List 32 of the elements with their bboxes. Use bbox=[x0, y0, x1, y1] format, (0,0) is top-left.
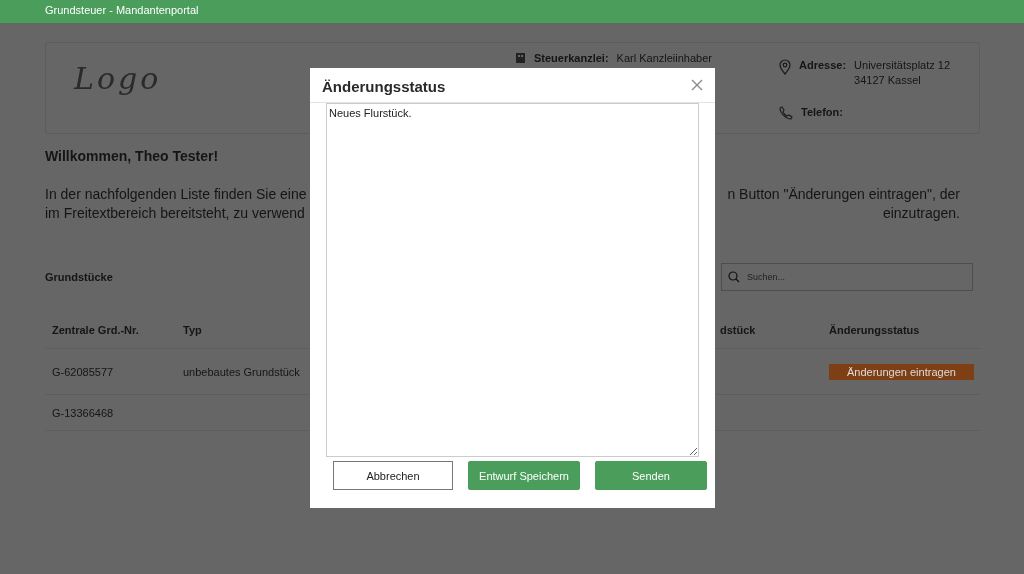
column-header: Änderungsstatus bbox=[822, 311, 981, 349]
dialog-title: Änderungsstatus bbox=[322, 77, 446, 95]
info-value: Universitätsplatz 12 bbox=[854, 59, 952, 71]
close-button[interactable] bbox=[689, 77, 705, 93]
info-value: Karl Kanzleiinhaber bbox=[616, 52, 713, 64]
building-icon bbox=[515, 52, 526, 64]
close-icon bbox=[691, 79, 703, 91]
info-label: Telefon: bbox=[801, 106, 843, 120]
intro-text: einzutragen. bbox=[882, 204, 960, 223]
primary-button[interactable]: Entwurf Speichern bbox=[468, 461, 580, 490]
section-title: Grundstücke bbox=[45, 271, 113, 283]
table-cell: G-62085577 bbox=[52, 365, 114, 378]
map-pin-icon bbox=[779, 59, 791, 75]
cancel-button[interactable]: Abbrechen bbox=[333, 461, 453, 490]
phone-icon bbox=[779, 106, 793, 120]
logo: Logo bbox=[74, 61, 162, 96]
message-field[interactable]: Neues Flurstück. bbox=[326, 103, 699, 457]
table-cell: unbebautes Grundstück bbox=[183, 365, 300, 378]
table-cell: G-13366468 bbox=[52, 406, 114, 419]
search-field[interactable]: Suchen... bbox=[721, 263, 973, 291]
app-title: Grundsteuer - Mandantenportal bbox=[45, 3, 199, 18]
edit-changes-button[interactable]: Änderungen eintragen bbox=[829, 363, 974, 380]
info-value: 34127 Kassel bbox=[854, 74, 922, 86]
info-label: Steuerkanzlei: bbox=[534, 52, 609, 64]
intro-text: n Button "Änderungen eintragen", der bbox=[727, 185, 960, 204]
column-header: Zentrale Grd.-Nr. bbox=[45, 311, 176, 349]
welcome-heading: Willkommen, Theo Tester! bbox=[45, 148, 220, 164]
info-label: Adresse: bbox=[799, 59, 847, 73]
search-icon bbox=[728, 271, 740, 283]
intro-text: In der nachfolgenden Liste finden Sie eine bbox=[45, 185, 307, 204]
primary-button[interactable]: Senden bbox=[595, 461, 707, 490]
intro-text: im Freitextbereich bereitsteht, zu verwend bbox=[45, 204, 305, 223]
